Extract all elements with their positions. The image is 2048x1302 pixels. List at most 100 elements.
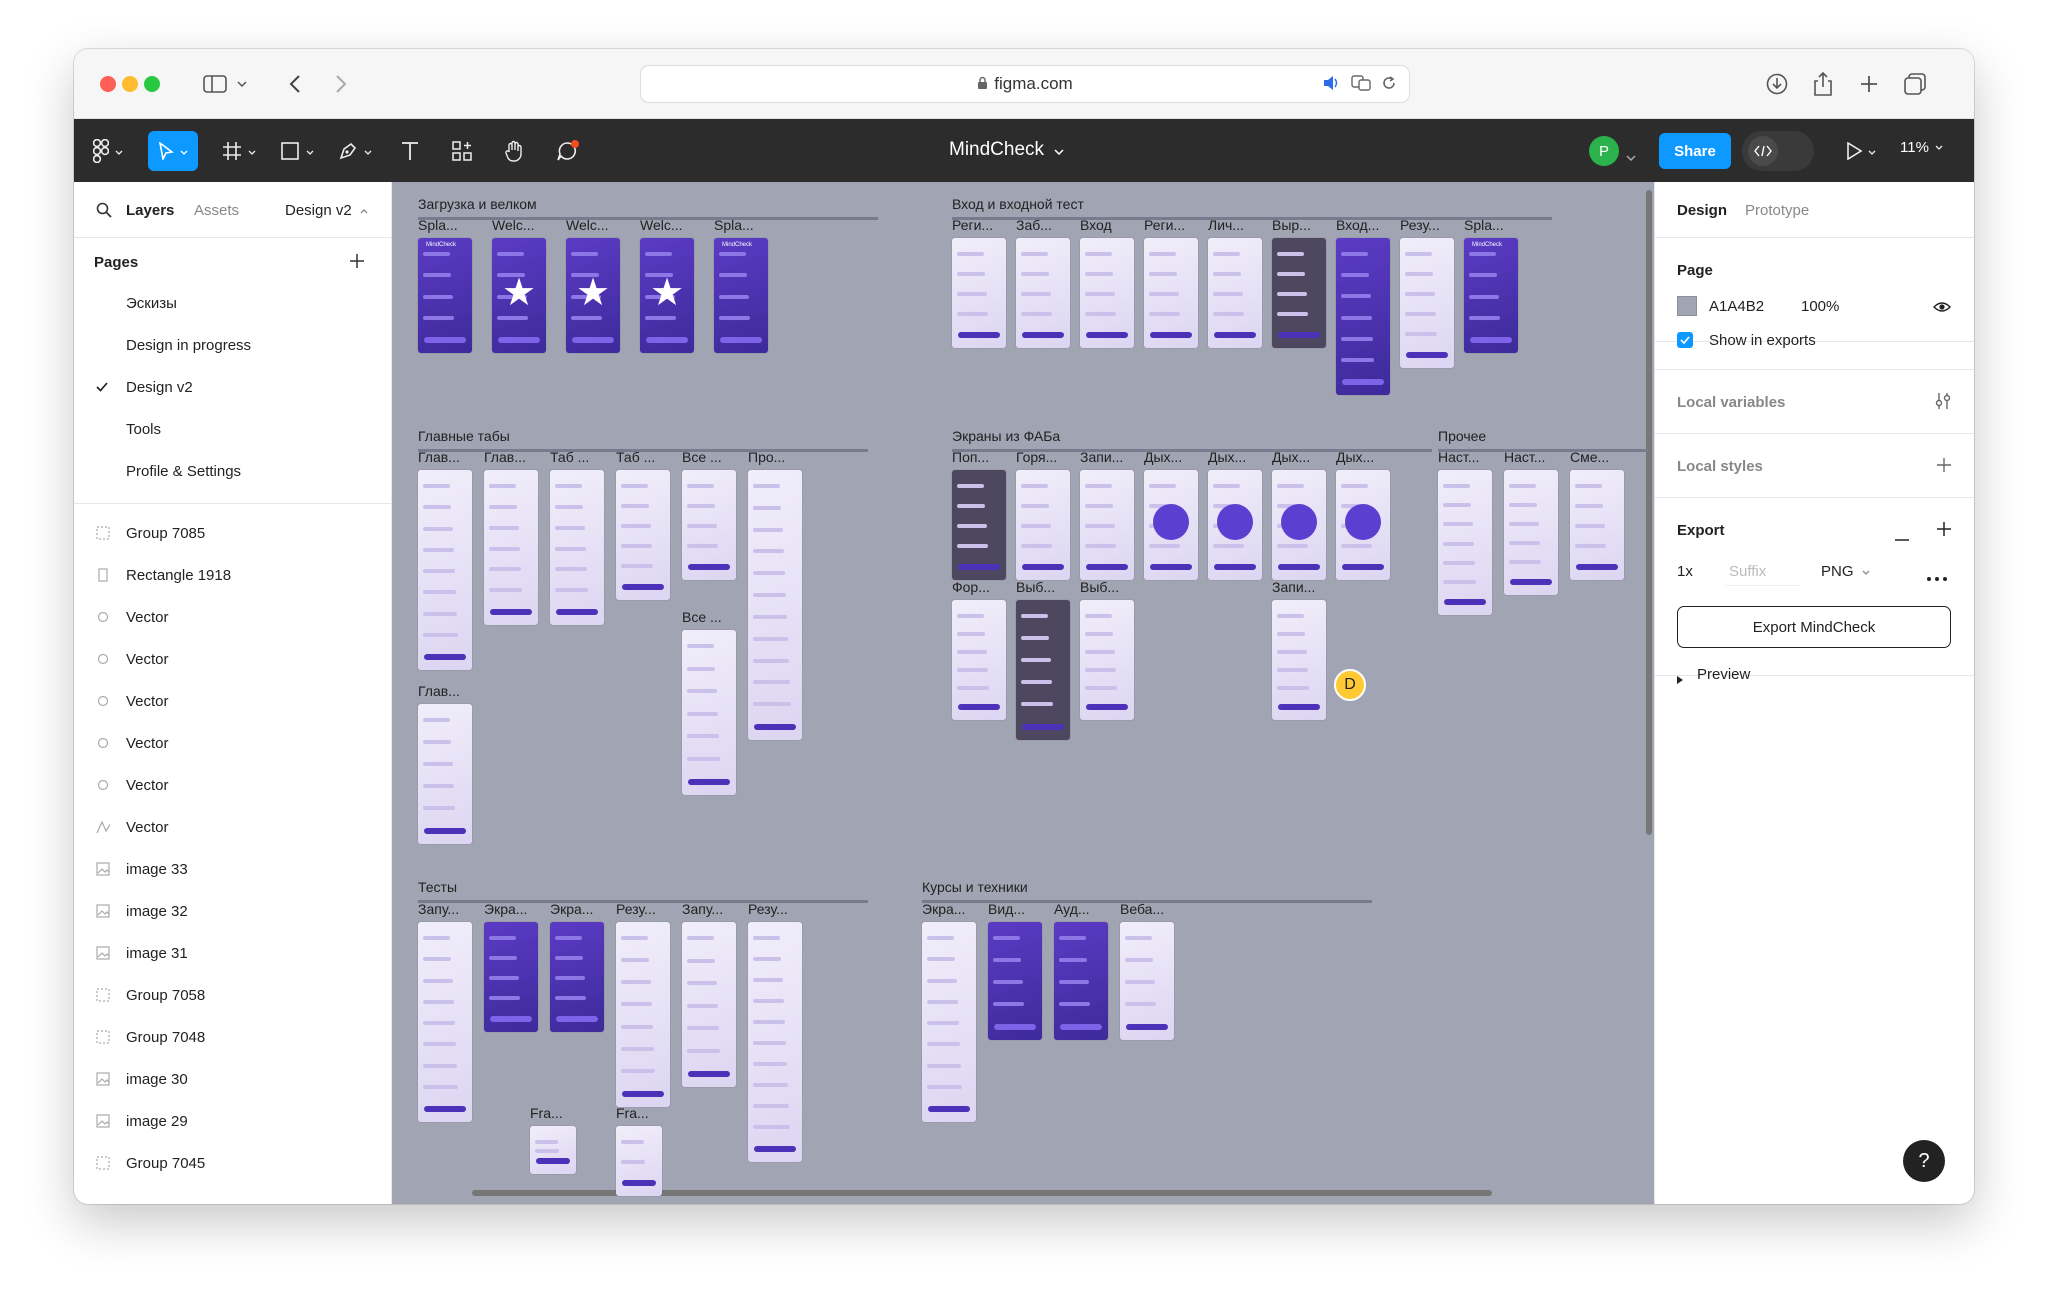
zoom-window-button[interactable] xyxy=(144,76,160,92)
screen-frame[interactable] xyxy=(922,922,976,1122)
forward-icon[interactable] xyxy=(324,67,358,101)
screen-frame[interactable] xyxy=(1464,238,1518,353)
page-item[interactable]: Tools xyxy=(74,408,391,450)
layer-row[interactable]: Vector xyxy=(74,806,391,848)
layer-row[interactable]: image 31 xyxy=(74,932,391,974)
screen-frame[interactable] xyxy=(1080,238,1134,348)
screen-frame[interactable] xyxy=(1272,238,1326,348)
frame-label[interactable]: Экра... xyxy=(922,901,965,917)
page-item[interactable]: Profile & Settings xyxy=(74,450,391,492)
screen-frame[interactable] xyxy=(484,922,538,1032)
dev-mode-toggle[interactable] xyxy=(1742,131,1814,171)
screen-frame[interactable] xyxy=(530,1126,576,1174)
screen-frame[interactable] xyxy=(418,238,472,353)
caret-right-icon[interactable] xyxy=(1677,671,1683,688)
layer-row[interactable]: image 33 xyxy=(74,848,391,890)
layer-row[interactable]: Rectangle 1918 xyxy=(74,554,391,596)
frame-label[interactable]: Экра... xyxy=(550,901,593,917)
screen-frame[interactable] xyxy=(1272,600,1326,720)
frame-label[interactable]: Вход xyxy=(1080,217,1112,233)
screen-frame[interactable] xyxy=(952,238,1006,348)
frame-label[interactable]: Реги... xyxy=(952,217,993,233)
export-format-select[interactable]: PNG xyxy=(1821,563,1870,580)
page-item[interactable]: Design in progress xyxy=(74,324,391,366)
new-tab-icon[interactable] xyxy=(1852,67,1886,101)
frame-label[interactable]: Welc... xyxy=(492,217,535,233)
frame-label[interactable]: Запу... xyxy=(418,901,459,917)
screen-frame[interactable] xyxy=(1504,470,1558,595)
screen-frame[interactable] xyxy=(682,470,736,580)
add-style-icon[interactable] xyxy=(1937,458,1951,476)
frame-label[interactable]: Поп... xyxy=(952,449,989,465)
pen-tool-button[interactable] xyxy=(330,131,380,171)
frame-label[interactable]: Про... xyxy=(748,449,785,465)
screen-frame[interactable] xyxy=(1272,470,1326,580)
more-options-icon[interactable] xyxy=(1927,568,1947,585)
frame-label[interactable]: Дых... xyxy=(1208,449,1246,465)
screen-frame[interactable] xyxy=(1336,470,1390,580)
layer-row[interactable]: Group 7045 xyxy=(74,1142,391,1184)
screen-frame[interactable] xyxy=(1144,238,1198,348)
screen-frame[interactable] xyxy=(616,470,670,600)
user-avatar[interactable]: P xyxy=(1589,136,1619,166)
translate-icon[interactable] xyxy=(1351,75,1371,95)
frame-label[interactable]: Лич... xyxy=(1208,217,1244,233)
tab-layers[interactable]: Layers xyxy=(126,202,174,219)
comment-tool-button[interactable] xyxy=(548,131,588,171)
file-title[interactable]: MindCheck xyxy=(949,139,1064,161)
frame-label[interactable]: Запи... xyxy=(1080,449,1123,465)
frame-label[interactable]: Резу... xyxy=(1400,217,1440,233)
screen-frame[interactable] xyxy=(1400,238,1454,368)
frame-label[interactable]: Глав... xyxy=(484,449,526,465)
export-suffix-field[interactable]: Suffix xyxy=(1725,556,1799,586)
zoom-dropdown[interactable]: 11% xyxy=(1900,139,1943,156)
frame-label[interactable]: Fra... xyxy=(530,1105,563,1121)
screen-frame[interactable]: ★ xyxy=(566,238,620,353)
frame-label[interactable]: Все ... xyxy=(682,609,722,625)
screen-frame[interactable] xyxy=(1016,470,1070,580)
screen-frame[interactable] xyxy=(1016,600,1070,740)
frame-label[interactable]: Наст... xyxy=(1438,449,1479,465)
frame-label[interactable]: Фор... xyxy=(952,579,990,595)
design-canvas[interactable]: Загрузка и велком Вход и входной тест Глав… xyxy=(392,182,1654,1204)
frame-label[interactable]: Вход... xyxy=(1336,217,1379,233)
minimize-window-button[interactable] xyxy=(122,76,138,92)
frame-label[interactable]: Все ... xyxy=(682,449,722,465)
frame-label[interactable]: Вид... xyxy=(988,901,1025,917)
page-color-swatch[interactable] xyxy=(1677,296,1697,316)
shape-tool-button[interactable] xyxy=(272,131,322,171)
frame-label[interactable]: Наст... xyxy=(1504,449,1545,465)
speaker-icon[interactable] xyxy=(1323,75,1341,95)
frame-label[interactable]: Таб ... xyxy=(616,449,655,465)
screen-frame[interactable] xyxy=(1208,238,1262,348)
frame-label[interactable]: Горя... xyxy=(1016,449,1057,465)
screen-frame[interactable] xyxy=(418,704,472,844)
frame-label[interactable]: Сме... xyxy=(1570,449,1609,465)
frame-label[interactable]: Дых... xyxy=(1272,449,1310,465)
screen-frame[interactable] xyxy=(1080,600,1134,720)
frame-label[interactable]: Резу... xyxy=(748,901,788,917)
screen-frame[interactable]: ★ xyxy=(640,238,694,353)
tab-design[interactable]: Design xyxy=(1677,202,1727,219)
screen-frame[interactable] xyxy=(418,922,472,1122)
add-export-icon[interactable] xyxy=(1937,522,1951,540)
vertical-scrollbar[interactable] xyxy=(1646,190,1652,835)
chevron-down-icon[interactable] xyxy=(1626,148,1636,166)
layer-row[interactable]: Vector xyxy=(74,638,391,680)
screen-frame[interactable] xyxy=(1570,470,1624,580)
add-page-icon[interactable] xyxy=(350,254,364,272)
frame-label[interactable]: Выр... xyxy=(1272,217,1311,233)
screen-frame[interactable] xyxy=(1208,470,1262,580)
layer-row[interactable]: image 32 xyxy=(74,890,391,932)
screen-frame[interactable] xyxy=(748,922,802,1162)
screen-frame[interactable] xyxy=(550,470,604,625)
variables-icon[interactable] xyxy=(1935,392,1951,414)
screen-frame[interactable] xyxy=(1144,470,1198,580)
search-icon[interactable] xyxy=(96,202,112,222)
figma-menu-icon[interactable] xyxy=(88,131,128,171)
screen-frame[interactable] xyxy=(1016,238,1070,348)
export-scale[interactable]: 1x xyxy=(1677,563,1693,580)
move-tool-button[interactable] xyxy=(148,131,198,171)
share-sheet-icon[interactable] xyxy=(1806,67,1840,101)
frame-label[interactable]: Welc... xyxy=(566,217,609,233)
